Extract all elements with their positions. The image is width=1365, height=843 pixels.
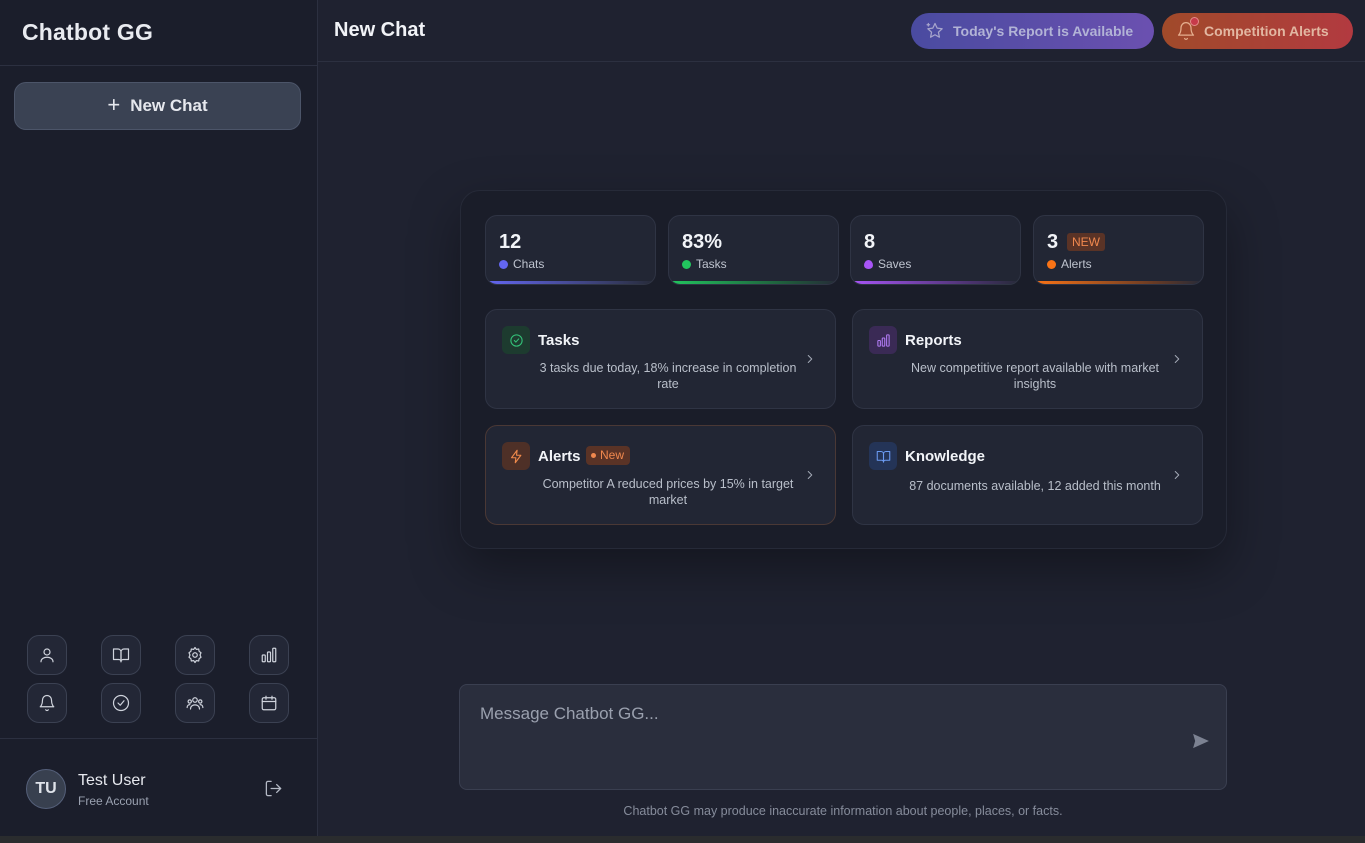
bell-icon [1047, 259, 1056, 269]
stat-tasks[interactable]: 83% Tasks [668, 215, 839, 285]
stat-value: 12 [499, 231, 522, 253]
feature-card-knowledge[interactable]: Knowledge 87 documents available, 12 add… [852, 425, 1203, 525]
stat-label: Tasks [696, 257, 727, 271]
calendar-icon [261, 695, 277, 711]
feature-icon-box [869, 442, 897, 470]
feature-description: 3 tasks due today, 18% increase in compl… [539, 361, 797, 391]
disclaimer-text: Chatbot GG may produce inaccurate inform… [623, 804, 1063, 818]
bar-chart-icon [261, 647, 277, 663]
new-chat-label: New Chat [130, 96, 208, 115]
sparkle-star-icon [926, 22, 943, 38]
bar-chart-icon [876, 333, 890, 347]
feature-icon-box [869, 326, 897, 354]
feature-card-alerts[interactable]: Alerts New Competitor A reduced prices b… [485, 425, 836, 525]
feature-icon-box [502, 326, 530, 354]
chevron-right-icon [1170, 352, 1184, 371]
stat-alerts[interactable]: 3 NEW Alerts [1033, 215, 1204, 285]
user-bar: TU Test User Free Account [0, 738, 317, 836]
alerts-pill-label: Competition Alerts [1204, 23, 1329, 39]
new-tag: New [586, 446, 631, 465]
stat-label-row: Tasks [682, 257, 727, 271]
lightning-icon [510, 449, 521, 463]
library-button[interactable] [101, 635, 141, 675]
feature-description: New competitive report available with ma… [910, 361, 1160, 391]
settings-button[interactable] [175, 635, 215, 675]
stat-bar [486, 281, 655, 284]
report-available-button[interactable]: Today's Report is Available [911, 13, 1154, 49]
stat-bar [851, 281, 1020, 284]
tag-dot [591, 453, 596, 458]
bell-icon [39, 694, 55, 712]
team-button[interactable] [175, 683, 215, 723]
new-badge: NEW [1067, 233, 1105, 251]
heart-icon [864, 259, 873, 269]
tasks-button[interactable] [101, 683, 141, 723]
stat-bar [669, 281, 838, 284]
stat-value: 83% [682, 231, 723, 253]
stat-label: Chats [513, 257, 545, 271]
message-composer [459, 684, 1227, 790]
users-icon [186, 697, 204, 710]
send-button[interactable] [1191, 731, 1211, 756]
feature-title: Tasks [538, 332, 580, 349]
check-circle-icon [682, 259, 691, 269]
feature-description: Competitor A reduced prices by 15% in ta… [542, 477, 794, 507]
quick-icon-grid [27, 635, 289, 723]
new-tag-label: New [600, 448, 625, 462]
check-circle-icon [509, 333, 523, 347]
chevron-right-icon [803, 468, 817, 487]
page-title: New Chat [334, 19, 426, 41]
analytics-button[interactable] [249, 635, 289, 675]
stat-saves[interactable]: 8 Saves [850, 215, 1021, 285]
logout-button[interactable] [264, 779, 283, 803]
stat-label-row: Saves [864, 257, 911, 271]
window-bottom-edge [0, 836, 1365, 843]
book-icon [876, 450, 890, 463]
calendar-button[interactable] [249, 683, 289, 723]
stat-label-row: Alerts [1047, 257, 1092, 271]
feature-title: Knowledge [905, 448, 986, 465]
feature-card-tasks[interactable]: Tasks 3 tasks due today, 18% increase in… [485, 309, 836, 409]
user-name: Test User [78, 772, 146, 789]
new-chat-button[interactable]: + New Chat [14, 82, 301, 130]
logout-icon [265, 780, 282, 797]
feature-title: Reports [905, 332, 962, 349]
message-input[interactable] [460, 685, 1226, 789]
feature-card-reports[interactable]: Reports New competitive report available… [852, 309, 1203, 409]
stat-value: 8 [864, 231, 876, 253]
chevron-right-icon [1170, 468, 1184, 487]
dashboard-card: 12 Chats 83% Tasks 8 Saves 3 NEW Alerts [460, 190, 1227, 549]
report-pill-label: Today's Report is Available [953, 23, 1134, 39]
brand: Chatbot GG [0, 0, 317, 66]
competition-alerts-button[interactable]: Competition Alerts [1162, 13, 1353, 49]
header: New Chat Today's Report is Available Com… [318, 0, 1365, 62]
stat-label: Alerts [1061, 257, 1092, 271]
stat-bar [1034, 281, 1203, 284]
feature-title: Alerts [538, 448, 581, 465]
feature-icon-box [502, 442, 530, 470]
profile-button[interactable] [27, 635, 67, 675]
user-plan: Free Account [78, 794, 149, 808]
brand-title: Chatbot GG [22, 19, 154, 45]
send-icon [1193, 733, 1209, 749]
gear-icon [188, 646, 202, 664]
stat-label-row: Chats [499, 257, 544, 271]
notification-dot [1190, 17, 1199, 26]
stat-value: 3 [1047, 231, 1059, 253]
check-circle-icon [112, 694, 130, 712]
chevron-right-icon [803, 352, 817, 371]
sidebar: Chatbot GG + New Chat TU Test User Free … [0, 0, 318, 836]
book-icon [112, 648, 130, 663]
stat-chats[interactable]: 12 Chats [485, 215, 656, 285]
notifications-button[interactable] [27, 683, 67, 723]
user-icon [40, 648, 54, 663]
plus-icon: + [107, 92, 121, 117]
chat-bubble-icon [499, 259, 508, 269]
feature-description: 87 documents available, 12 added this mo… [909, 479, 1161, 493]
avatar[interactable]: TU [26, 769, 66, 809]
stat-label: Saves [878, 257, 912, 271]
